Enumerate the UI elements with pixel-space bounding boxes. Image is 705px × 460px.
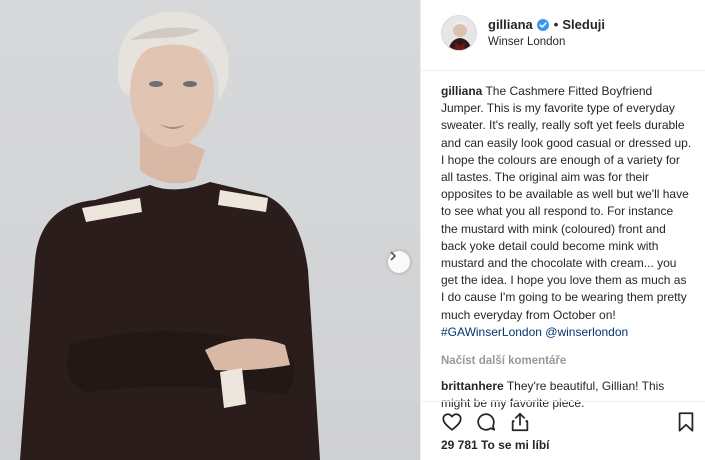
action-bar (421, 401, 705, 437)
username-link[interactable]: gilliana (488, 17, 533, 32)
location-link[interactable]: Winser London (488, 36, 565, 48)
save-button[interactable] (675, 411, 697, 433)
like-button[interactable] (441, 411, 463, 433)
caption: gilliana The Cashmere Fitted Boyfriend J… (441, 83, 692, 341)
share-button[interactable] (509, 411, 531, 433)
comment-bubble-icon (475, 411, 497, 433)
username-row: gilliana • Sleduji (488, 17, 605, 32)
share-icon (509, 411, 531, 433)
next-photo-button[interactable] (388, 251, 410, 273)
mention-link[interactable]: @winserlondon (545, 325, 628, 339)
caption-username[interactable]: gilliana (441, 84, 482, 98)
comment-username[interactable]: brittanhere (441, 379, 504, 393)
comment-button[interactable] (475, 411, 497, 433)
load-more-comments-button[interactable]: Načíst další komentáře (441, 353, 692, 370)
likes-number: 29 781 (441, 438, 478, 452)
post-header: gilliana • Sleduji Winser London (421, 0, 705, 71)
avatar[interactable] (441, 15, 477, 51)
verified-badge-icon (536, 18, 549, 31)
comments-section: gilliana The Cashmere Fitted Boyfriend J… (421, 71, 705, 410)
instagram-post: gilliana • Sleduji Winser London gillian… (0, 0, 705, 460)
follow-button[interactable]: Sleduji (562, 17, 605, 32)
post-sidebar: gilliana • Sleduji Winser London gillian… (420, 0, 705, 460)
post-photo[interactable] (0, 0, 420, 460)
separator-dot: • (553, 17, 559, 32)
hashtag-link[interactable]: #GAWinserLondon (441, 325, 542, 339)
heart-icon (441, 411, 463, 433)
portrait-illustration (20, 11, 320, 460)
likes-label: To se mi líbí (481, 438, 550, 452)
likes-count[interactable]: 29 781 To se mi líbí (441, 438, 550, 452)
bookmark-icon (675, 411, 697, 433)
caption-text: The Cashmere Fitted Boyfriend Jumper. Th… (441, 84, 692, 322)
